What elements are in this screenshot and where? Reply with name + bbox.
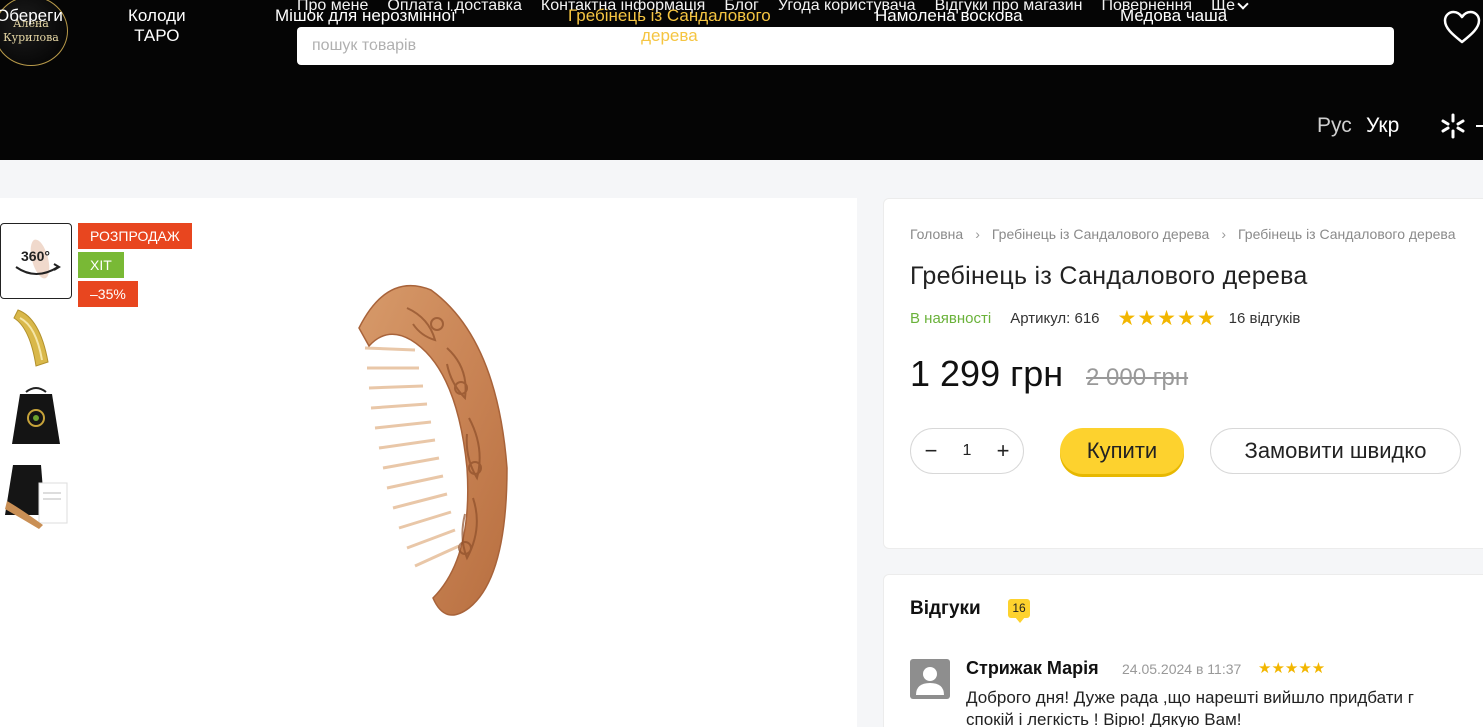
heart-icon[interactable] (1442, 8, 1482, 48)
thumbnail-gold-comb[interactable] (0, 301, 72, 377)
thumbnail-list: 360° (0, 223, 72, 535)
site-header: Алена Курилова Про мене Оплата і доставк… (0, 0, 1483, 160)
product-gallery: 360° РОЗПРОДАЖ ХІТ –35% (0, 198, 857, 727)
category-honey-bowl[interactable]: Медова чаша успіху (1120, 6, 1227, 46)
current-price: 1 299 грн (910, 353, 1064, 394)
sparkle-icon[interactable] (1440, 113, 1466, 139)
quantity-plus-button[interactable]: + (993, 438, 1013, 464)
quantity-value[interactable]: 1 (963, 442, 972, 460)
category-wax-candle[interactable]: Намолена воскова свічка (875, 6, 1023, 46)
thumb-360-label: 360° (21, 248, 50, 264)
chevron-down-icon (1237, 0, 1249, 10)
gold-comb-image (13, 309, 49, 367)
buy-button[interactable]: Купити (1060, 428, 1184, 474)
review-stars: ★★★★★ (1258, 660, 1326, 677)
product-info-card: Головна › Гребінець із Сандалового дерев… (883, 198, 1483, 549)
product-title: Гребінець із Сандалового дерева (910, 262, 1308, 290)
rating-stars[interactable]: ★★★★★ (1118, 306, 1217, 331)
review-author: Стрижак Марія (966, 658, 1099, 678)
lang-ru[interactable]: Рус (1317, 114, 1352, 138)
breadcrumb-chevron-icon: › (975, 226, 980, 242)
badge-stack: РОЗПРОДАЖ ХІТ –35% (78, 223, 192, 310)
product-meta: В наявності Артикул: 616 ★★★★★ 16 відгук… (910, 306, 1300, 331)
quick-order-button[interactable]: Замовити швидко (1210, 428, 1461, 474)
black-bag-image (12, 387, 60, 444)
sale-badge: РОЗПРОДАЖ (78, 223, 192, 249)
review-text: Доброго дня! Дуже рада ,що нарешті вийшл… (966, 688, 1414, 727)
thumbnail-360[interactable]: 360° (0, 223, 72, 299)
plus-icon[interactable] (1476, 125, 1483, 127)
discount-badge: –35% (78, 281, 138, 307)
quantity-stepper: − 1 + (910, 428, 1024, 474)
quantity-minus-button[interactable]: − (921, 438, 941, 464)
product-main-image[interactable] (207, 228, 697, 718)
reviews-card: Відгуки 16 Стрижак Марія 24.05.2024 в 11… (883, 574, 1483, 727)
breadcrumb-category[interactable]: Гребінець із Сандалового дерева (992, 226, 1209, 242)
comb-set-image (5, 465, 68, 529)
category-taro[interactable]: Колоди ТАРО (128, 6, 186, 46)
old-price: 2 000 грн (1086, 364, 1189, 391)
breadcrumb-chevron-icon: › (1221, 226, 1227, 242)
avatar (910, 659, 950, 699)
breadcrumb-home[interactable]: Головна (910, 226, 963, 242)
thumbnail-set[interactable] (0, 457, 72, 533)
breadcrumb: Головна › Гребінець із Сандалового дерев… (910, 226, 1455, 242)
thumbnail-black-bag[interactable] (0, 379, 72, 455)
category-obereghy[interactable]: Обереги (0, 6, 63, 26)
lang-uk[interactable]: Укр (1366, 114, 1399, 138)
stock-status: В наявності (910, 310, 992, 327)
category-sandal-comb[interactable]: Гребінець із Сандалового дерева (568, 6, 771, 46)
review-date: 24.05.2024 в 11:37 (1122, 661, 1242, 677)
reviews-count-badge: 16 (1008, 599, 1030, 623)
search-input[interactable] (297, 27, 1394, 65)
category-money-bag[interactable]: Мішок для нерозмінної купюри (275, 6, 456, 46)
sku-label: Артикул: 616 (1010, 310, 1100, 327)
reviews-title: Відгуки (910, 598, 981, 619)
reviews-count-link[interactable]: 16 відгуків (1229, 310, 1301, 327)
user-icon (916, 667, 944, 695)
hit-badge: ХІТ (78, 252, 124, 278)
breadcrumb-current[interactable]: Гребінець із Сандалового дерева (1238, 226, 1455, 242)
